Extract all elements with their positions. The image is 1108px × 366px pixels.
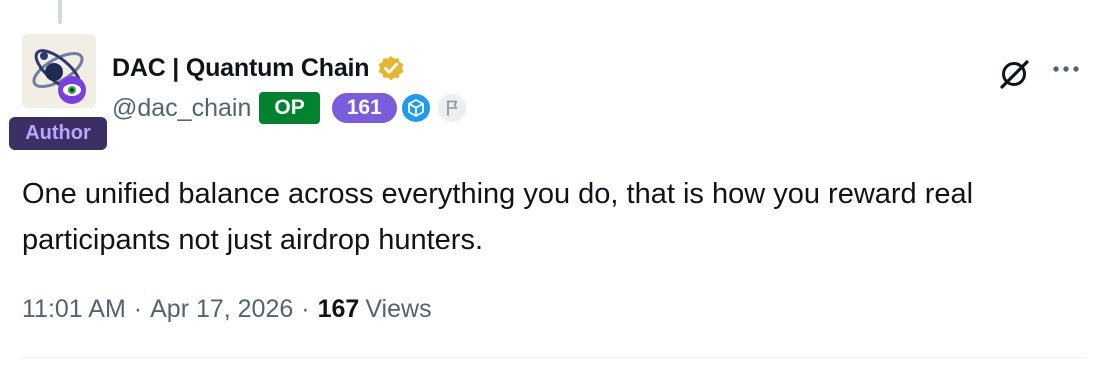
count-badge: 161 xyxy=(331,93,397,123)
author-badge: Author xyxy=(9,117,107,150)
meta-separator: · xyxy=(301,294,310,323)
handle[interactable]: @dac_chain xyxy=(112,94,251,123)
tweet-meta: 11:01 AM · Apr 17, 2026 · 167 Views xyxy=(22,291,432,327)
tweet-date[interactable]: Apr 17, 2026 xyxy=(150,295,293,324)
views-count[interactable]: 167 xyxy=(318,295,360,324)
divider xyxy=(22,357,1086,358)
flag-icon[interactable] xyxy=(437,93,467,123)
thread-line xyxy=(58,0,62,24)
tweet-text: One unified balance across everything yo… xyxy=(22,178,974,256)
tweet-time[interactable]: 11:01 AM xyxy=(22,295,126,324)
name-row: DAC | Quantum Chain xyxy=(112,50,406,86)
avatar[interactable] xyxy=(22,34,96,108)
op-badge: OP xyxy=(259,92,320,124)
views-label: Views xyxy=(365,294,432,323)
dac-logo-icon xyxy=(22,34,96,108)
handle-row: @dac_chain OP 161 xyxy=(112,91,473,125)
verified-badge-icon[interactable] xyxy=(376,53,406,83)
grok-icon[interactable] xyxy=(998,57,1032,91)
meta-separator: · xyxy=(133,294,143,323)
more-icon[interactable] xyxy=(1052,64,1082,74)
cube-icon[interactable] xyxy=(401,93,431,123)
display-name[interactable]: DAC | Quantum Chain xyxy=(112,54,370,83)
